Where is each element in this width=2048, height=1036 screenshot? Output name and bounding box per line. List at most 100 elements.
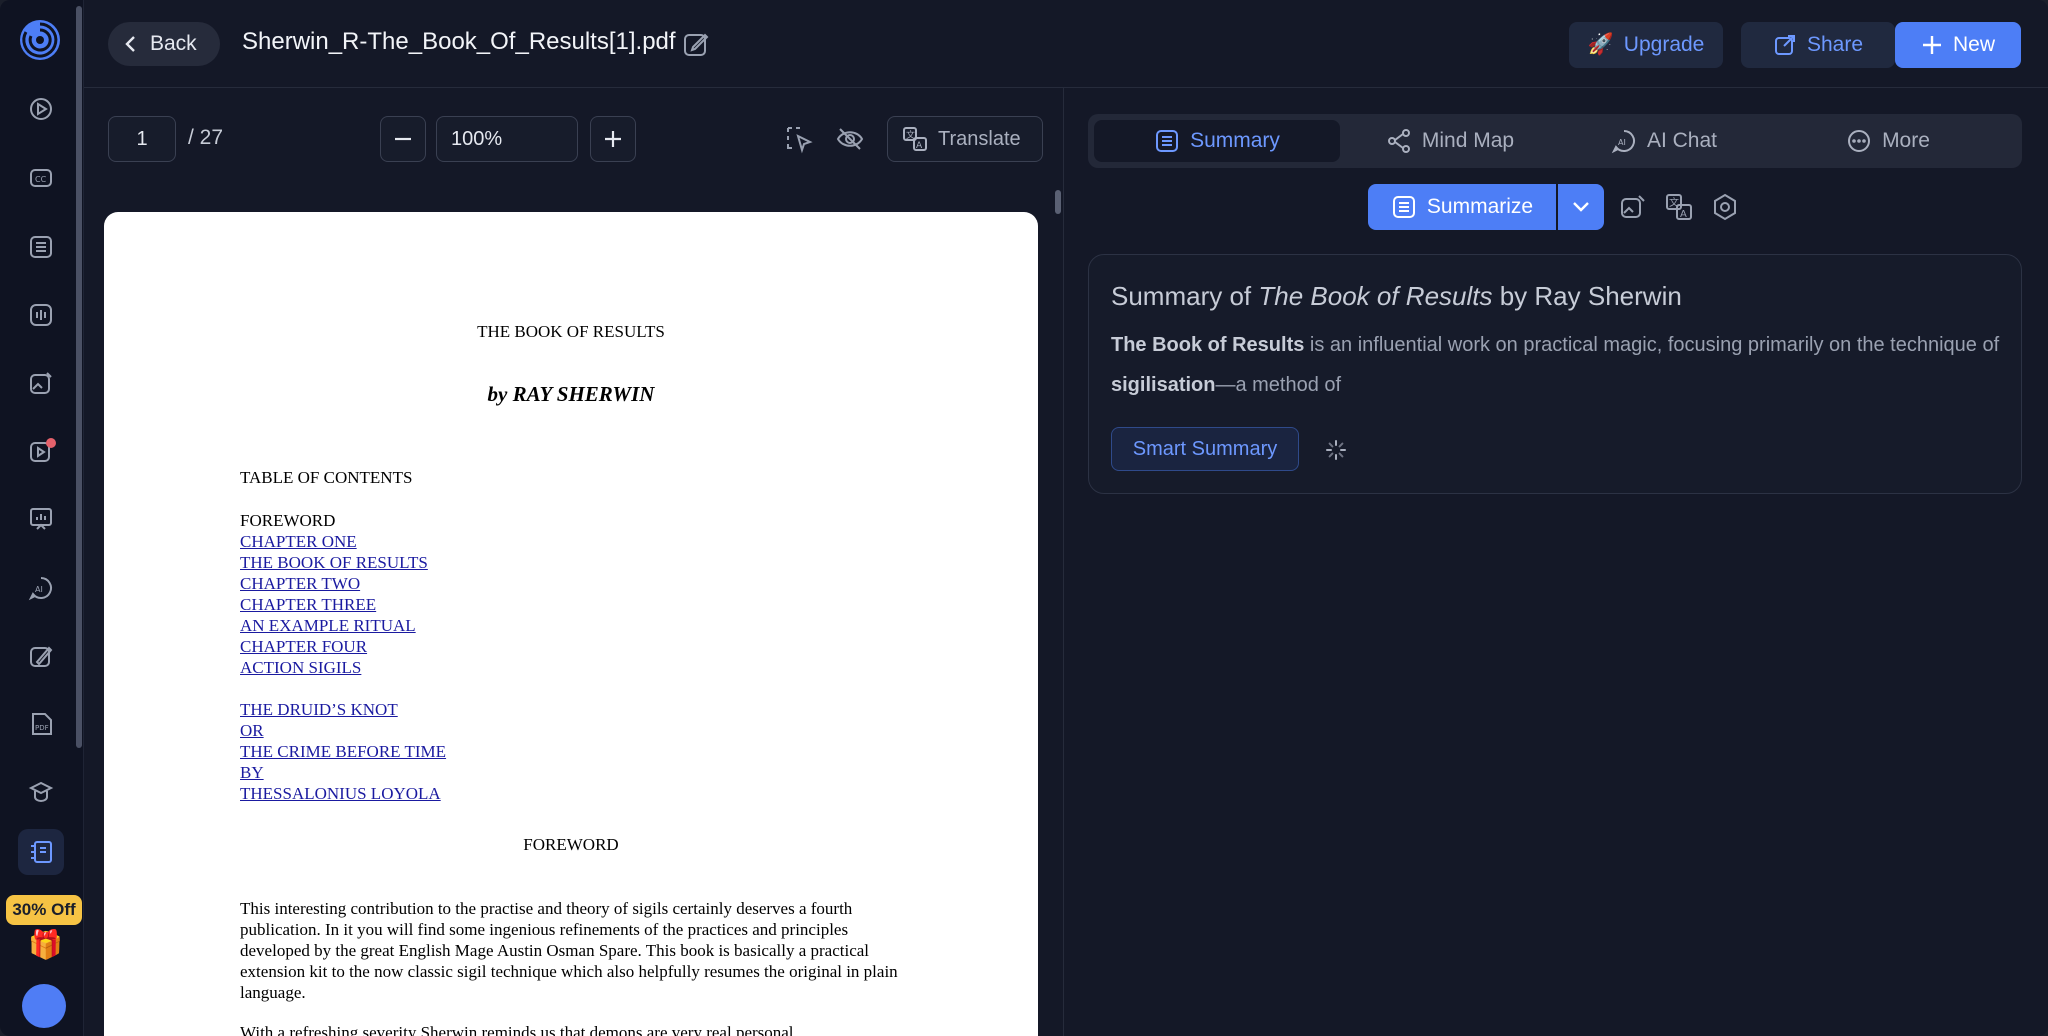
mind-map-icon: [1387, 129, 1410, 153]
audio-wave-icon[interactable]: [18, 292, 64, 338]
new-button[interactable]: New: [1895, 22, 2021, 68]
tab-mind-map[interactable]: Mind Map: [1350, 120, 1550, 162]
new-label: New: [1952, 33, 1995, 56]
chevron-left-icon: [125, 36, 135, 52]
share-icon: [1774, 35, 1795, 55]
toc-link[interactable]: OR: [240, 720, 446, 741]
minus-icon: [395, 137, 411, 141]
summary-text-part: is an influential work on practical magi…: [1304, 334, 2000, 356]
summary-text-part: —a method of: [1215, 374, 1342, 396]
avatar[interactable]: [22, 984, 66, 1028]
summary-title-suffix: by Ray Sherwin: [1492, 281, 1682, 311]
more-icon: [1848, 130, 1871, 152]
toc-link[interactable]: CHAPTER ONE: [240, 531, 428, 552]
list-icon[interactable]: [18, 224, 64, 270]
translate-icon[interactable]: 文A: [1664, 192, 1694, 222]
notification-dot: [46, 438, 56, 448]
video-ai-icon[interactable]: [18, 428, 64, 474]
pdf-byline: by RAY SHERWIN: [487, 382, 655, 406]
pdf-title: THE BOOK OF RESULTS: [477, 322, 665, 341]
app-logo-icon[interactable]: [18, 18, 62, 62]
pdf-scrollbar[interactable]: [1055, 190, 1061, 214]
presentation-icon[interactable]: [18, 496, 64, 542]
toc-link[interactable]: ACTION SIGILS: [240, 657, 428, 678]
svg-text:文: 文: [1669, 196, 1679, 209]
image-edit-icon[interactable]: [1618, 192, 1648, 222]
edit-icon[interactable]: [682, 30, 710, 58]
svg-text:文: 文: [906, 129, 915, 141]
toc-link[interactable]: AN EXAMPLE RITUAL: [240, 615, 428, 636]
plus-icon: [605, 131, 621, 147]
tab-more[interactable]: More: [1788, 120, 1988, 162]
plus-icon: [1922, 36, 1941, 54]
ai-chat-icon: AI: [1611, 130, 1635, 154]
summary-text: The Book of Results is an influential wo…: [1111, 325, 2011, 405]
toc-link[interactable]: THE DRUID’S KNOT: [240, 699, 446, 720]
ai-chat-icon[interactable]: AI: [18, 565, 64, 611]
back-button[interactable]: Back: [108, 22, 220, 66]
svg-text:AI: AI: [1618, 138, 1626, 147]
select-area-icon[interactable]: [784, 124, 814, 154]
toc-link[interactable]: THE CRIME BEFORE TIME: [240, 741, 446, 762]
back-label: Back: [150, 32, 197, 55]
loading-spinner-icon: [1326, 440, 1346, 460]
image-edit-icon[interactable]: [18, 360, 64, 406]
top-header: Back Sherwin_R-The_Book_Of_Results[1].pd…: [84, 0, 2048, 88]
pdf-viewer: 1 / 27 100% 文A Translate THE BOOK OF RES…: [84, 88, 1064, 1036]
upgrade-label: Upgrade: [1623, 33, 1705, 56]
toc-block-2: THE DRUID’S KNOT OR THE CRIME BEFORE TIM…: [240, 699, 446, 804]
summarize-button[interactable]: Summarize: [1368, 184, 1556, 230]
tab-summary[interactable]: Summary: [1094, 120, 1340, 162]
toc-link[interactable]: THE BOOK OF RESULTS: [240, 552, 428, 573]
hide-icon[interactable]: [835, 124, 865, 154]
smart-summary-button[interactable]: Smart Summary: [1111, 427, 1299, 471]
tab-label: Summary: [1190, 129, 1280, 152]
captions-icon[interactable]: CC: [18, 155, 64, 201]
rocket-icon: 🚀: [1587, 33, 1614, 56]
page-number-input[interactable]: 1: [108, 116, 176, 162]
svg-text:AI: AI: [35, 585, 43, 594]
share-button[interactable]: Share: [1741, 22, 1895, 68]
book-icon[interactable]: [18, 829, 64, 875]
toc-block-1: FOREWORD CHAPTER ONE THE BOOK OF RESULTS…: [240, 510, 428, 678]
pdf-page: THE BOOK OF RESULTS by RAY SHERWIN TABLE…: [104, 212, 1038, 1036]
gift-icon[interactable]: 🎁: [28, 928, 63, 961]
zoom-in-button[interactable]: [590, 116, 636, 162]
tab-ai-chat[interactable]: AI AI Chat: [1564, 120, 1764, 162]
summary-title-book: The Book of Results: [1258, 281, 1493, 311]
svg-text:A: A: [1680, 209, 1687, 220]
summary-title-prefix: Summary of: [1111, 281, 1259, 311]
graduation-icon[interactable]: [18, 769, 64, 815]
upgrade-button[interactable]: 🚀 Upgrade: [1569, 22, 1723, 68]
toc-heading: TABLE OF CONTENTS: [240, 468, 413, 487]
foreword-paragraph: This interesting contribution to the pra…: [240, 899, 898, 1002]
toc-link[interactable]: CHAPTER TWO: [240, 573, 428, 594]
zoom-out-button[interactable]: [380, 116, 426, 162]
pen-icon[interactable]: [18, 633, 64, 679]
translate-button[interactable]: 文A Translate: [887, 116, 1043, 162]
tab-label: AI Chat: [1646, 129, 1718, 152]
summary-title: Summary of The Book of Results by Ray Sh…: [1111, 281, 1682, 312]
summary-bold: sigilisation: [1111, 374, 1216, 396]
translate-icon: 文A: [903, 127, 927, 151]
video-icon[interactable]: [18, 86, 64, 132]
tab-label: Mind Map: [1421, 129, 1515, 152]
toc-link[interactable]: CHAPTER FOUR: [240, 636, 428, 657]
zoom-input[interactable]: 100%: [436, 116, 578, 162]
toc-link[interactable]: BY: [240, 762, 446, 783]
ai-panel: Summary Mind Map AI AI Chat More Summari…: [1064, 88, 2048, 1036]
summary-card: Summary of The Book of Results by Ray Sh…: [1088, 254, 2022, 494]
toc-link[interactable]: CHAPTER THREE: [240, 594, 428, 615]
pdf-icon[interactable]: PDF: [18, 701, 64, 747]
foreword-paragraph-2: With a refreshing severity Sherwin remin…: [240, 1023, 794, 1036]
list-icon: [1156, 130, 1179, 152]
promo-badge[interactable]: 30% Off: [6, 895, 82, 925]
toc-link[interactable]: THESSALONIUS LOYOLA: [240, 783, 446, 804]
tab-label: More: [1882, 129, 1930, 152]
app-window: CC AI PDF 30% Off 🎁 Back Sherwin_R-The_B…: [0, 0, 2048, 1036]
svg-text:CC: CC: [35, 175, 47, 184]
settings-icon[interactable]: [1710, 192, 1740, 222]
share-label: Share: [1806, 33, 1864, 56]
rail-scrollbar[interactable]: [76, 6, 82, 748]
summarize-dropdown-button[interactable]: [1558, 184, 1604, 230]
